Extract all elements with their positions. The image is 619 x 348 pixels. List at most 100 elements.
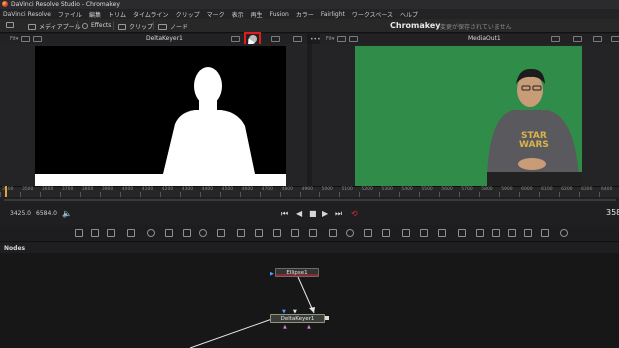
ruler-tick-label: 4600 (241, 187, 254, 192)
menu-playback[interactable]: 再生 (251, 10, 263, 19)
menu-view[interactable]: 表示 (232, 10, 244, 19)
planar-tool-icon[interactable] (438, 229, 446, 237)
ruler-tick-label: 3900 (101, 187, 114, 192)
viewer-layout-icon[interactable] (337, 36, 347, 42)
ruler-tick-label: 5000 (321, 187, 333, 192)
output-port[interactable] (325, 316, 329, 320)
mask-input-icon[interactable]: ▲ (283, 324, 287, 330)
node-deltakeyer1[interactable]: DeltaKeyer1 (270, 314, 325, 323)
divider (113, 21, 114, 30)
view-mode-icon[interactable] (293, 36, 302, 42)
layout-toggle-button[interactable] (6, 22, 14, 28)
menu-trim[interactable]: トリム (108, 10, 126, 19)
ruler-tick-label: 6300 (581, 187, 593, 192)
paint-tool-icon[interactable] (127, 229, 135, 237)
menu-workspace[interactable]: ワークスペース (352, 10, 393, 19)
nodes-panel-title: Nodes (4, 245, 26, 252)
renderer-3d-icon[interactable] (541, 229, 549, 237)
clips-icon (118, 23, 126, 30)
go-to-start-button[interactable]: ⏮ (281, 209, 288, 219)
particle-tool-icon[interactable] (147, 229, 155, 237)
text-tool-icon[interactable] (107, 229, 115, 237)
menu-help[interactable]: ヘルプ (400, 10, 418, 19)
stop-button[interactable]: ■ (309, 209, 317, 218)
fog-3d-icon[interactable] (560, 229, 568, 237)
media-pool-button[interactable]: メディアプール (28, 22, 81, 31)
divider (153, 21, 154, 30)
svg-text:WARS: WARS (519, 140, 549, 150)
shape-tool-icon[interactable] (402, 229, 410, 237)
rectangle-mask-icon[interactable] (329, 229, 337, 237)
3d-text-icon[interactable] (476, 229, 484, 237)
viewer-options-icon[interactable] (349, 36, 359, 42)
divider (77, 21, 78, 30)
clips-label: クリップ (129, 24, 154, 31)
out-time[interactable]: 6584.0 (36, 210, 57, 217)
ellipse-mask-icon[interactable] (346, 229, 354, 237)
alpha-matte-silhouette (35, 67, 286, 186)
channel-icon[interactable] (551, 36, 560, 42)
ruler-tick-label: 3600 (41, 187, 54, 192)
go-to-end-button[interactable]: ⏭ (335, 209, 342, 219)
nodes-button[interactable]: ノード (158, 22, 188, 31)
bspline-mask-icon[interactable] (382, 229, 390, 237)
menu-fusion[interactable]: Fusion (270, 11, 289, 18)
mask-input-icon[interactable]: ▲ (307, 324, 311, 330)
viewer-layout-icon[interactable] (21, 36, 31, 42)
matte-preview[interactable] (35, 46, 286, 186)
loop-button[interactable]: ⟲ (351, 209, 358, 218)
resize-tool-icon[interactable] (255, 229, 263, 237)
blur-tool-icon[interactable] (165, 229, 173, 237)
playhead[interactable] (5, 186, 7, 197)
node-ellipse1[interactable]: Ellipse1 (275, 268, 319, 277)
channel-icon[interactable] (231, 36, 240, 42)
volume-icon[interactable]: 🔈 (62, 209, 72, 218)
menu-fairlight[interactable]: Fairlight (321, 11, 345, 18)
letterbox-tool-icon[interactable] (291, 229, 299, 237)
background-tool-icon[interactable] (75, 229, 83, 237)
crop-tool-icon[interactable] (273, 229, 281, 237)
menu-davinci[interactable]: DaVinci Resolve (3, 11, 51, 18)
tracker-tool-icon[interactable] (420, 229, 428, 237)
color-corrector-icon[interactable] (183, 229, 191, 237)
ruler-tick-label: 4800 (281, 187, 293, 192)
effects-icon (82, 22, 88, 29)
menu-edit[interactable]: 編集 (89, 10, 101, 19)
scrub-track[interactable] (4, 199, 616, 201)
menu-timeline[interactable]: タイムライン (133, 10, 169, 19)
camera-3d-icon[interactable] (508, 229, 516, 237)
current-frame[interactable]: 358 (606, 208, 619, 217)
clips-button[interactable]: クリップ (118, 22, 153, 31)
step-back-button[interactable]: ◀ (296, 209, 302, 218)
menu-clip[interactable]: クリップ (176, 10, 200, 19)
play-button[interactable]: ▶ (322, 209, 328, 218)
3d-shape-icon[interactable] (458, 229, 466, 237)
menu-color[interactable]: カラー (296, 10, 314, 19)
ruler-tick-label: 5400 (401, 187, 413, 192)
image-tool-icon[interactable] (91, 229, 99, 237)
color-picker-icon[interactable] (573, 36, 582, 42)
merge-3d-icon[interactable] (492, 229, 500, 237)
polygon-mask-icon[interactable] (364, 229, 372, 237)
menu-bar: DaVinci Resolve ファイル 編集 トリム タイムライン クリップ … (0, 9, 619, 19)
keyer-tool-icon[interactable] (309, 229, 317, 237)
right-viewer-header: Fit ▾ MediaOut1 (320, 34, 619, 44)
roi-icon[interactable] (593, 36, 602, 42)
view-mode-icon[interactable] (611, 36, 619, 42)
in-time[interactable]: 3425.0 (10, 210, 31, 217)
transform-tool-icon[interactable] (237, 229, 245, 237)
menu-mark[interactable]: マーク (207, 10, 225, 19)
brightness-tool-icon[interactable] (199, 229, 207, 237)
viewer-options-icon[interactable] (33, 36, 43, 42)
input-triangle-icon[interactable]: ▶ (270, 271, 274, 277)
ruler-tick-label: 4300 (181, 187, 194, 192)
effects-button[interactable]: Effects (82, 22, 111, 29)
ruler-tick-label: 3800 (81, 187, 94, 192)
merge-tool-icon[interactable] (217, 229, 225, 237)
light-3d-icon[interactable] (524, 229, 532, 237)
nodes-label: ノード (170, 24, 189, 31)
roi-icon[interactable] (271, 36, 280, 42)
window-title: DaVinci Resolve Studio - Chromakey (11, 1, 120, 8)
menu-file[interactable]: ファイル (58, 10, 82, 19)
output-preview[interactable]: STAR WARS (355, 46, 582, 186)
